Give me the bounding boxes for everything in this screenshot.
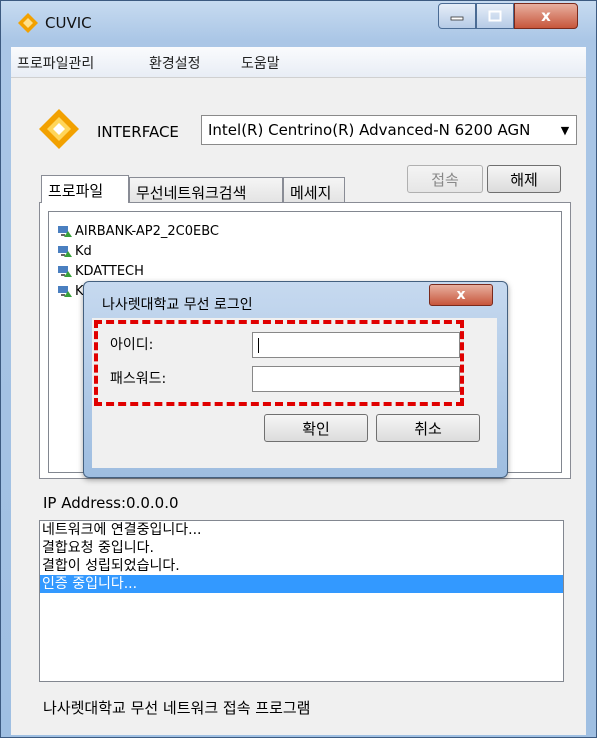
menu-settings[interactable]: 환경설정 [149, 53, 201, 73]
minimize-button[interactable] [438, 3, 476, 29]
password-label: 패스워드: [110, 371, 167, 387]
list-item[interactable]: K [57, 284, 84, 299]
tab-messages[interactable]: 메세지 [283, 177, 345, 203]
log-line: 네트워크에 연결중입니다... [42, 522, 202, 538]
log-line-selected: 인증 중입니다... [40, 575, 563, 593]
password-input[interactable] [252, 366, 460, 392]
tab-profile[interactable]: 프로파일 [41, 175, 129, 203]
window-title: CUVIC [45, 14, 92, 32]
chevron-down-icon[interactable]: ▼ [554, 116, 576, 144]
main-window: CUVIC x 프로파일관리 환경설정 도움말 INTERFACE Intel(… [0, 0, 597, 738]
ok-button[interactable]: 확인 [264, 414, 368, 442]
footer-text: 나사렛대학교 무선 네트워크 접속 프로그램 [43, 699, 311, 717]
dialog-close-button[interactable]: x [429, 284, 493, 306]
menu-profile-management[interactable]: 프로파일관리 [17, 53, 94, 73]
menu-help[interactable]: 도움말 [241, 53, 280, 73]
network-icon [58, 285, 72, 297]
ip-address-label: IP Address:0.0.0.0 [43, 494, 179, 512]
login-dialog: 나사렛대학교 무선 로그인 x 아이디: 패스워드: 확인 취소 [83, 281, 508, 478]
app-logo-icon [18, 13, 38, 33]
id-input[interactable] [252, 332, 460, 358]
dialog-body: 아이디: 패스워드: 확인 취소 [92, 318, 497, 468]
status-log[interactable]: 네트워크에 연결중입니다... 결합요청 중입니다. 결합이 성립되었습니다. … [39, 520, 564, 682]
minimize-icon [450, 16, 464, 21]
cancel-button[interactable]: 취소 [376, 414, 480, 442]
dialog-title: 나사렛대학교 무선 로그인 [102, 297, 253, 313]
list-item[interactable]: KDATTECH [57, 264, 144, 279]
connect-button[interactable]: 접속 [407, 165, 483, 193]
list-item[interactable]: Kd [57, 244, 92, 259]
interface-label: INTERFACE [97, 123, 179, 141]
network-icon [58, 225, 72, 237]
tab-wireless-search[interactable]: 무선네트워크검색 [129, 177, 283, 203]
interface-selected-value: Intel(R) Centrino(R) Advanced-N 6200 AGN [208, 121, 531, 139]
menu-bar: 프로파일관리 환경설정 도움말 [11, 47, 586, 78]
interface-select[interactable]: Intel(R) Centrino(R) Advanced-N 6200 AGN… [201, 115, 577, 145]
close-button[interactable]: x [514, 3, 578, 29]
maximize-button[interactable] [476, 3, 514, 29]
close-icon: x [456, 287, 466, 303]
title-bar[interactable]: CUVIC x [1, 1, 596, 47]
log-line: 결합요청 중입니다. [42, 540, 154, 556]
network-icon [58, 245, 72, 257]
network-icon [58, 265, 72, 277]
cuvic-logo-icon [39, 109, 79, 149]
text-caret [258, 338, 259, 353]
id-label: 아이디: [110, 337, 154, 353]
log-line: 결합이 성립되었습니다. [42, 558, 180, 574]
disconnect-button[interactable]: 해제 [487, 165, 561, 193]
maximize-icon [488, 10, 502, 22]
close-icon: x [541, 7, 551, 25]
list-item[interactable]: AIRBANK-AP2_2C0EBC [57, 224, 219, 239]
